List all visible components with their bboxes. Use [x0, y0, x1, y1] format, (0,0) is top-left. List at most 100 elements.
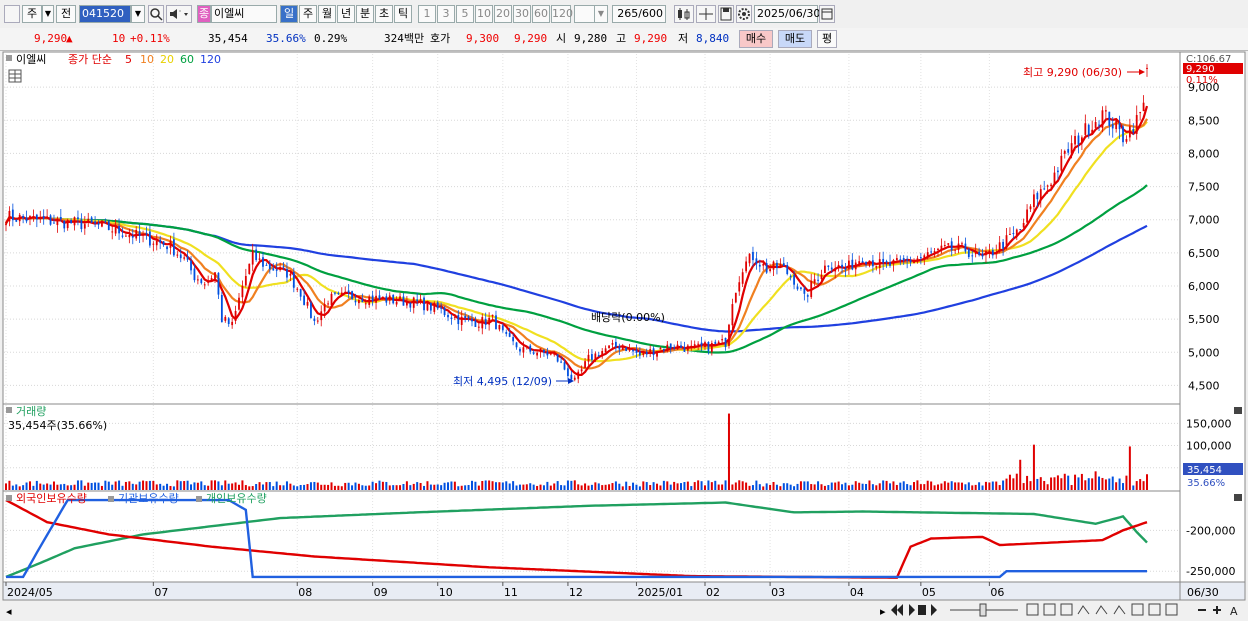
- volume-bar: [316, 482, 319, 490]
- volume-bar: [806, 481, 809, 490]
- candle-body: [810, 280, 813, 298]
- window-icon[interactable]: [4, 5, 20, 23]
- candle-body: [854, 262, 857, 270]
- ask-label: 호가: [430, 32, 451, 45]
- x-tick-label: 09: [374, 586, 388, 599]
- candle-body: [813, 279, 816, 283]
- save-icon[interactable]: [718, 5, 734, 23]
- date-field[interactable]: 2025/06/30: [754, 5, 820, 23]
- candle-body: [66, 219, 69, 229]
- zoom-slider-handle[interactable]: [979, 603, 987, 617]
- sell-button[interactable]: 매도: [778, 30, 812, 48]
- candle-body: [1094, 122, 1097, 128]
- prev-button[interactable]: 전: [56, 5, 76, 23]
- volume-bar: [810, 484, 813, 490]
- holdings-legend-icon-3: [196, 496, 202, 502]
- interval-30[interactable]: 30: [513, 5, 531, 23]
- volume-bar: [210, 480, 213, 490]
- stock-code-input[interactable]: 041520: [79, 5, 131, 23]
- candle-body: [258, 258, 261, 260]
- interval-10[interactable]: 10: [475, 5, 493, 23]
- quote-ask: 9,300: [466, 32, 500, 45]
- y-tick-label: 8,000: [1188, 147, 1220, 160]
- candle-body: [447, 314, 449, 318]
- volume-bar: [128, 481, 131, 490]
- period-day[interactable]: 일: [280, 5, 298, 23]
- candle-body: [90, 217, 93, 223]
- candle-body: [1053, 172, 1056, 185]
- scroll-right-icon[interactable]: ▸: [880, 605, 886, 618]
- candle-body: [967, 249, 970, 257]
- candle-body: [426, 301, 429, 311]
- period-second[interactable]: 초: [375, 5, 393, 23]
- period-month[interactable]: 월: [318, 5, 336, 23]
- scroll-left-icon[interactable]: ◂: [6, 605, 12, 618]
- period-minute[interactable]: 분: [356, 5, 374, 23]
- candle-icon[interactable]: [674, 5, 694, 23]
- quote-price: 9,290: [34, 32, 68, 45]
- volume-bar: [967, 482, 970, 490]
- volume-bar: [889, 483, 892, 490]
- candle-body: [1084, 123, 1087, 135]
- candle-body: [543, 349, 545, 353]
- candle-body: [919, 257, 922, 259]
- candle-body: [241, 285, 244, 298]
- candle-body: [1091, 129, 1094, 135]
- candle-body: [981, 253, 984, 257]
- volume-bar: [1128, 446, 1131, 490]
- close-icon[interactable]: [1234, 407, 1242, 414]
- volume-bar: [625, 481, 628, 490]
- volume-panel[interactable]: [2, 403, 1181, 492]
- interval-20[interactable]: 20: [494, 5, 512, 23]
- data-count-field[interactable]: 265/600: [612, 5, 666, 23]
- custom-dropdown-icon[interactable]: ▼: [594, 5, 608, 23]
- buy-button[interactable]: 매수: [739, 30, 773, 48]
- candle-body: [724, 337, 727, 348]
- search-icon[interactable]: [148, 5, 164, 23]
- chevron-down-icon[interactable]: ▼: [42, 5, 54, 23]
- period-year[interactable]: 년: [337, 5, 355, 23]
- interval-5[interactable]: 5: [456, 5, 474, 23]
- volume-bar: [399, 485, 402, 490]
- candle-body: [549, 353, 552, 355]
- close-icon[interactable]: [1234, 494, 1242, 501]
- y-tick-label: 6,500: [1188, 247, 1220, 260]
- interval-1[interactable]: 1: [418, 5, 436, 23]
- volume-bar: [1046, 484, 1049, 490]
- volume-bar: [762, 486, 765, 490]
- x-tick-label: 2025/01: [637, 586, 683, 599]
- stock-name-field[interactable]: 이엘씨: [211, 5, 277, 23]
- candle-body: [388, 295, 391, 301]
- volume-bar: [94, 482, 97, 490]
- candle-body: [313, 318, 316, 322]
- interval-60[interactable]: 60: [532, 5, 550, 23]
- volume-bar: [268, 482, 271, 490]
- eval-button[interactable]: 평: [817, 30, 837, 48]
- auto-scale-icon[interactable]: A: [1230, 605, 1238, 618]
- candle-body: [149, 231, 151, 246]
- stock-chart[interactable]: 4,500 5,000 5,500 6,000 6,500 7,000 7,500 8,000…: [0, 50, 1248, 621]
- stop-icon[interactable]: [918, 605, 926, 615]
- candle-body: [255, 249, 258, 260]
- quote-bid: 9,290: [514, 32, 548, 45]
- volume-bar: [296, 486, 299, 490]
- chart-type-select[interactable]: 주: [22, 5, 42, 23]
- speaker-icon[interactable]: [166, 5, 192, 23]
- gear-icon[interactable]: [736, 5, 752, 23]
- candle-body: [909, 260, 912, 263]
- candle-body: [8, 210, 11, 222]
- period-week[interactable]: 주: [299, 5, 317, 23]
- code-dropdown-icon[interactable]: ▼: [131, 5, 145, 23]
- candle-body: [597, 355, 600, 357]
- candle-body: [796, 286, 799, 290]
- crosshair-icon[interactable]: [696, 5, 716, 23]
- calendar-icon[interactable]: [819, 5, 835, 23]
- candle-body: [111, 231, 114, 233]
- candle-body: [786, 265, 789, 275]
- period-tick[interactable]: 틱: [394, 5, 412, 23]
- candle-body: [779, 263, 782, 268]
- interval-3[interactable]: 3: [437, 5, 455, 23]
- interval-120[interactable]: 120: [551, 5, 573, 23]
- volume-bar: [405, 481, 408, 490]
- price-tag-text: 9,290: [1186, 64, 1215, 75]
